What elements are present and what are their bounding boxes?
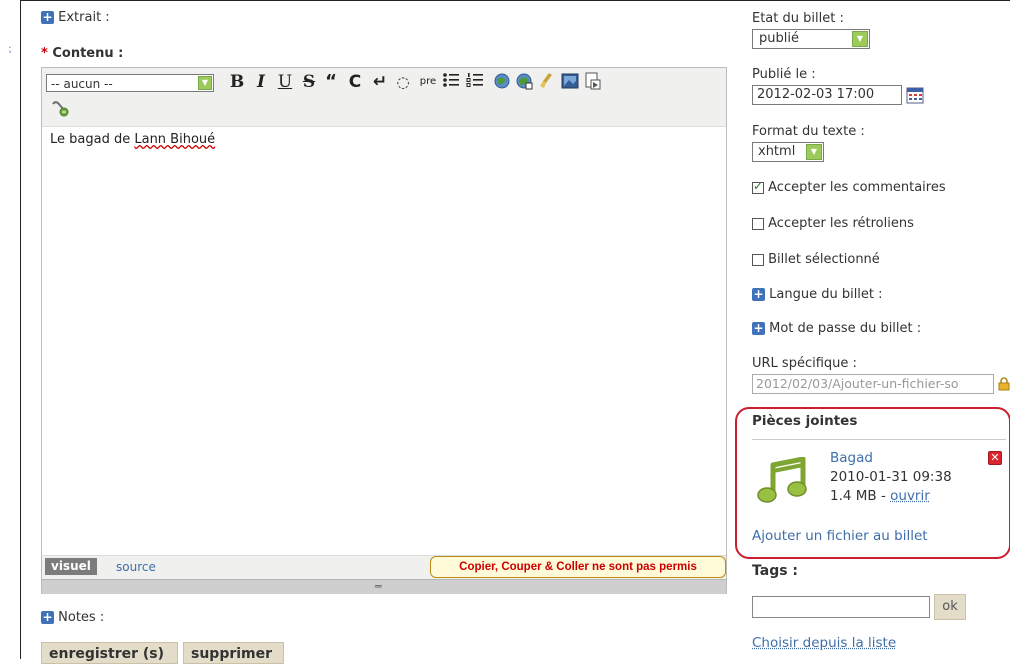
editor-resize-handle[interactable]: ═ bbox=[42, 579, 726, 594]
attachments-title: Pièces jointes bbox=[752, 413, 858, 429]
selected-post-label: Billet sélectionné bbox=[768, 252, 880, 267]
url-label: URL spécifique : bbox=[752, 356, 857, 371]
open-attachment-link[interactable]: ouvrir bbox=[890, 488, 930, 504]
misspelled-word: Lann Bihoué bbox=[134, 132, 216, 147]
copy-paste-warning: Copier, Couper & Coller ne sont pas perm… bbox=[430, 556, 726, 578]
line-break-button[interactable]: ↵ bbox=[371, 72, 389, 92]
required-marker: * bbox=[41, 46, 48, 61]
content-label: Contenu : bbox=[52, 46, 124, 61]
media-document-icon bbox=[585, 72, 601, 90]
password-toggle[interactable]: + Mot de passe du billet : bbox=[752, 321, 921, 336]
music-file-icon bbox=[757, 456, 809, 511]
dropdown-arrow-icon: ▼ bbox=[806, 144, 822, 160]
accept-comments-checkbox[interactable]: ✓ bbox=[752, 178, 764, 194]
attachments-divider bbox=[752, 439, 1006, 440]
paperclip-attach-icon bbox=[52, 101, 69, 117]
insert-link-button[interactable] bbox=[492, 72, 512, 92]
italic-button[interactable]: I bbox=[253, 72, 269, 92]
attachment-date: 2010-01-31 09:38 bbox=[830, 469, 952, 485]
strikethrough-button[interactable]: S bbox=[300, 72, 318, 92]
numbered-list-icon bbox=[466, 73, 483, 87]
status-label: Etat du billet : bbox=[752, 11, 844, 26]
expand-plus-icon: + bbox=[752, 287, 765, 301]
checkmark-icon: ✓ bbox=[753, 178, 764, 193]
preformatted-button[interactable]: pre bbox=[417, 72, 439, 92]
dropdown-arrow-icon: ▼ bbox=[198, 76, 212, 90]
accept-comments-option[interactable]: ✓ Accepter les commentaires bbox=[752, 178, 946, 195]
language-toggle[interactable]: + Langue du billet : bbox=[752, 287, 883, 302]
bullet-list-icon bbox=[443, 73, 459, 87]
format-select[interactable]: xhtml ▼ bbox=[752, 142, 824, 162]
edge-marker-icon: ⁏ bbox=[8, 44, 12, 55]
save-button[interactable]: enregistrer (s) bbox=[41, 642, 178, 664]
attachment-size: 1.4 MB - bbox=[830, 488, 891, 504]
expand-plus-icon: + bbox=[752, 321, 765, 335]
published-label: Publié le : bbox=[752, 67, 816, 82]
blockquote-button[interactable]: ◌ bbox=[394, 72, 412, 92]
format-label: Format du texte : bbox=[752, 124, 865, 139]
notes-toggle[interactable]: + Notes : bbox=[41, 610, 104, 625]
broom-icon bbox=[540, 73, 552, 88]
bold-button[interactable]: B bbox=[228, 72, 246, 92]
status-value: publié bbox=[759, 31, 799, 46]
tags-ok-button[interactable]: ok bbox=[934, 594, 966, 620]
accept-comments-label: Accepter les commentaires bbox=[768, 180, 946, 195]
ordered-list-button[interactable] bbox=[465, 72, 485, 92]
remove-format-button[interactable] bbox=[538, 72, 556, 92]
attachment-name-link[interactable]: Bagad bbox=[830, 450, 873, 466]
content-heading: * Contenu : bbox=[41, 46, 123, 61]
editor-content[interactable]: Le bagad de Lann Bihoué bbox=[50, 132, 215, 147]
language-label: Langue du billet : bbox=[769, 287, 883, 302]
excerpt-label: Extrait : bbox=[58, 10, 110, 25]
expand-plus-icon: + bbox=[41, 610, 54, 624]
format-value: xhtml bbox=[758, 144, 796, 159]
underline-button[interactable]: U bbox=[276, 72, 294, 92]
editor-toolbar: -- aucun -- ▼ B I U S “ C ↵ ◌ pre bbox=[42, 68, 726, 127]
url-input[interactable]: 2012/02/03/Ajouter-un-fichier-so bbox=[752, 374, 994, 394]
resize-grip-icon: ═ bbox=[375, 580, 382, 593]
insert-attachment-button[interactable] bbox=[50, 100, 70, 120]
add-file-link[interactable]: Ajouter un fichier au billet bbox=[752, 528, 928, 544]
block-format-select[interactable]: -- aucun -- ▼ bbox=[46, 74, 214, 92]
frame-top-border bbox=[20, 0, 1010, 1]
selected-post-option[interactable]: Billet sélectionné bbox=[752, 252, 880, 267]
accept-trackbacks-checkbox[interactable] bbox=[752, 217, 764, 230]
globe-link-icon bbox=[494, 73, 510, 89]
dropdown-arrow-icon: ▼ bbox=[852, 31, 868, 47]
status-select[interactable]: publié ▼ bbox=[752, 29, 870, 49]
expand-plus-icon: + bbox=[41, 10, 54, 24]
external-link-button[interactable] bbox=[514, 72, 534, 92]
accept-trackbacks-option[interactable]: Accepter les rétroliens bbox=[752, 216, 914, 231]
insert-media-button[interactable] bbox=[583, 72, 603, 92]
image-icon bbox=[561, 73, 579, 89]
notes-label: Notes : bbox=[58, 610, 105, 625]
inline-code-button[interactable]: C bbox=[346, 72, 364, 92]
lock-icon[interactable] bbox=[998, 377, 1010, 395]
calendar-icon[interactable] bbox=[906, 87, 924, 108]
inline-quote-button[interactable]: “ bbox=[322, 72, 340, 92]
password-label: Mot de passe du billet : bbox=[769, 321, 922, 336]
tags-input[interactable] bbox=[752, 596, 930, 618]
accept-trackbacks-label: Accepter les rétroliens bbox=[768, 216, 914, 231]
tags-label: Tags : bbox=[752, 563, 799, 579]
selected-post-checkbox[interactable] bbox=[752, 253, 764, 266]
choose-from-list-link[interactable]: Choisir depuis la liste bbox=[752, 635, 896, 651]
block-format-value: -- aucun -- bbox=[51, 77, 113, 91]
frame-left-border bbox=[20, 0, 21, 659]
globe-external-icon bbox=[516, 73, 533, 90]
tab-visual[interactable]: visuel bbox=[45, 558, 97, 575]
editor-status-bar: visuel source Copier, Couper & Coller ne… bbox=[42, 555, 726, 580]
tab-source[interactable]: source bbox=[116, 560, 156, 574]
unordered-list-button[interactable] bbox=[441, 72, 461, 92]
content-editor: -- aucun -- ▼ B I U S “ C ↵ ◌ pre Le bag… bbox=[41, 67, 727, 594]
attachment-meta: 1.4 MB - ouvrir bbox=[830, 488, 930, 504]
content-text: Le bagad de bbox=[50, 132, 135, 147]
insert-image-button[interactable] bbox=[560, 72, 580, 92]
published-date-input[interactable]: 2012-02-03 17:00 bbox=[752, 85, 902, 105]
delete-button[interactable]: supprimer bbox=[183, 642, 284, 664]
remove-attachment-icon[interactable]: ✕ bbox=[988, 451, 1002, 465]
excerpt-toggle[interactable]: + Extrait : bbox=[41, 10, 110, 25]
